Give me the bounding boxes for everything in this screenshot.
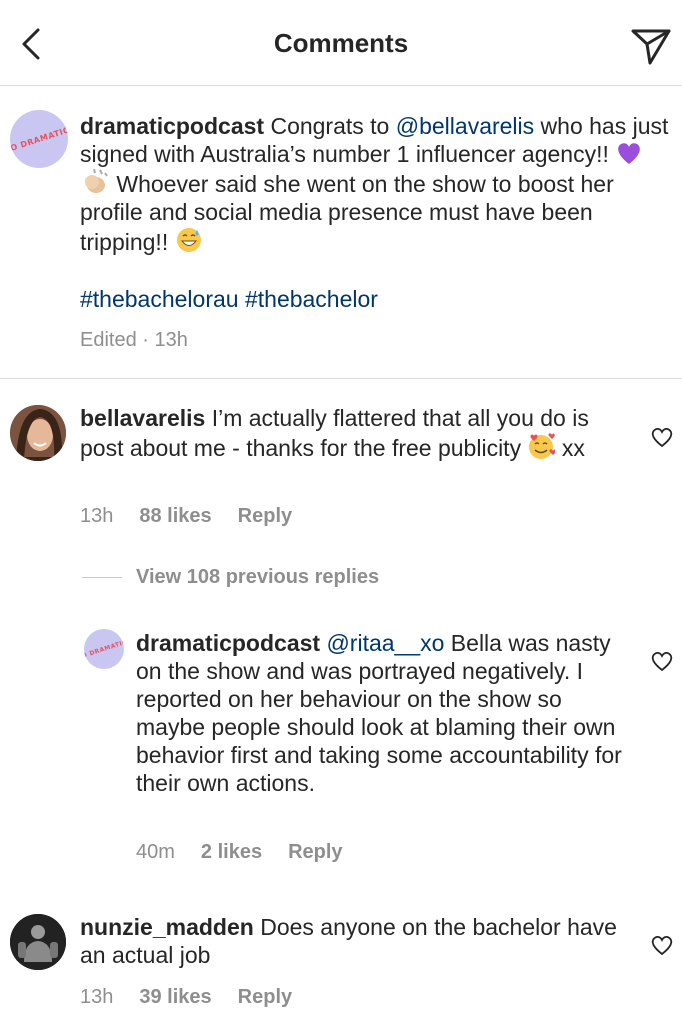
comment-meta: 40m 2 likes Reply <box>136 841 369 864</box>
comment-username[interactable]: nunzie_madden <box>80 914 254 940</box>
comment-time: 40m <box>136 841 175 863</box>
comment-text: nunzie_madden Does anyone on the bachelo… <box>80 914 617 968</box>
likes-count[interactable]: 39 likes <box>139 986 211 1008</box>
heart-icon[interactable] <box>650 426 674 448</box>
comment-time: 13h <box>80 986 114 1008</box>
clapping-hands-icon <box>85 168 108 193</box>
reply-button[interactable]: Reply <box>238 505 292 527</box>
replies-line <box>82 577 122 578</box>
mention-link[interactable]: @ritaa__xo <box>326 630 444 656</box>
comment-username[interactable]: dramaticpodcast <box>136 630 320 656</box>
grinning-sweat-icon <box>176 228 201 252</box>
page-title: Comments <box>273 28 409 58</box>
avatar-logo-text: SO DRAMATIC! <box>84 637 124 661</box>
profile-photo-icon <box>10 914 66 970</box>
likes-count[interactable]: 88 likes <box>139 505 211 527</box>
likes-count[interactable]: 2 likes <box>201 841 262 863</box>
avatar[interactable] <box>10 914 66 970</box>
avatar[interactable]: SO DRAMATIC! <box>10 110 68 168</box>
comment-username[interactable]: bellavarelis <box>80 405 205 431</box>
mention-link[interactable]: @bellavarelis <box>396 113 534 139</box>
comment-time: 13h <box>80 505 114 527</box>
hashtags[interactable]: #thebachelorau #thebachelor <box>80 286 378 313</box>
heart-icon[interactable] <box>650 650 674 672</box>
view-previous-replies[interactable]: View 108 previous replies <box>136 566 379 589</box>
caption-meta: Edited · 13h <box>80 329 188 351</box>
reply-button[interactable]: Reply <box>288 841 342 863</box>
heart-icon[interactable] <box>650 934 674 956</box>
profile-photo-icon <box>10 405 66 461</box>
avatar-logo-text: SO DRAMATIC! <box>10 123 68 155</box>
reply-button[interactable]: Reply <box>238 986 292 1008</box>
header-bar: Comments <box>0 0 682 86</box>
caption-text: dramaticpodcast Congrats to @bellavareli… <box>80 113 669 255</box>
comment-text: dramaticpodcast @ritaa__xo Bella was nas… <box>136 630 622 796</box>
smiling-face-with-hearts-icon <box>529 433 556 459</box>
divider <box>0 378 682 379</box>
avatar[interactable]: SO DRAMATIC! <box>84 629 124 669</box>
comment-meta: 13h 39 likes Reply <box>80 986 318 1009</box>
comment-text: bellavarelis I’m actually flattered that… <box>80 405 589 461</box>
caption-username[interactable]: dramaticpodcast <box>80 113 264 139</box>
comment-meta: 13h 88 likes Reply <box>80 505 318 528</box>
avatar[interactable] <box>10 405 66 461</box>
paper-plane-icon[interactable] <box>628 22 674 68</box>
purple-heart-icon <box>618 143 641 164</box>
